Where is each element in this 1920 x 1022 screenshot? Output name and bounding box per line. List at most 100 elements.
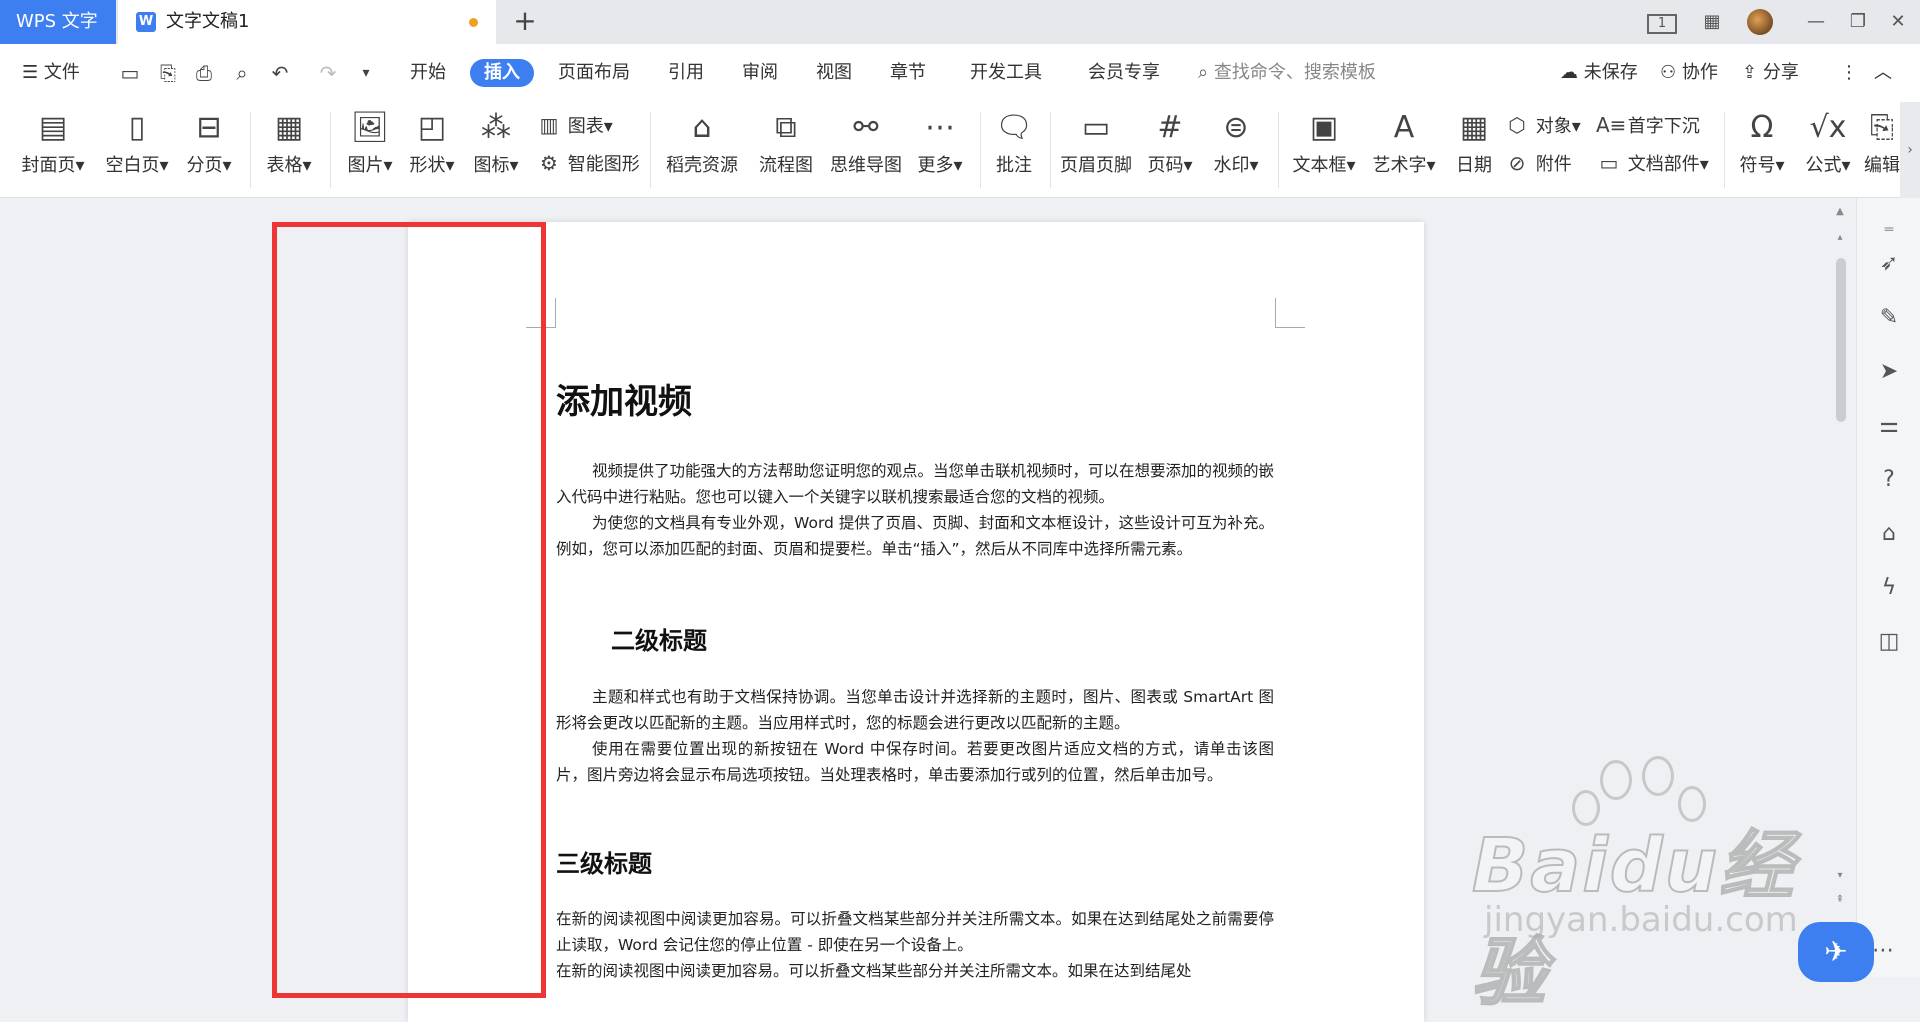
page-number-label: 页码 [1147,155,1184,176]
user-avatar[interactable] [1747,9,1773,35]
close-button[interactable]: ✕ [1876,0,1920,44]
page-break-button[interactable]: ⊟ 分页▾ [178,102,240,198]
search-placeholder: 查找命令、搜索模板 [1213,62,1376,83]
command-search[interactable]: ⌕ 查找命令、搜索模板 [1198,59,1376,87]
more-button[interactable]: ⋯ 更多▾ [910,102,970,198]
textbox-button[interactable]: ▣ 文本框▾ [1286,102,1362,198]
quick-access-dropdown-icon[interactable]: ▾ [352,59,380,87]
help-icon[interactable]: ? [1875,466,1903,494]
pen-icon[interactable]: ✎ [1875,304,1903,332]
smart-graphic-button[interactable]: ⚙ 智能图形 [536,148,640,178]
table-button[interactable]: ▦ 表格▾ [258,102,320,198]
header-footer-label: 页眉页脚 [1060,155,1132,176]
paragraph: 使用在需要位置出现的新按钮在 Word 中保存时间。若要更改图片适应文档的方式，… [556,740,1274,784]
flowchart-button[interactable]: ⧉ 流程图 [750,102,822,198]
rocket-icon[interactable]: ➶ [1875,250,1903,278]
textbox-label: 文本框 [1292,155,1347,176]
comment-label: 批注 [996,155,1032,176]
tab-insert[interactable]: 插入 [470,59,534,87]
minimize-button[interactable]: — [1794,0,1838,44]
store-icon[interactable]: ⌂ [1875,520,1903,548]
header-footer-button[interactable]: ▭ 页眉页脚 [1056,102,1136,198]
collaborate-button[interactable]: ⚇ 协作 [1660,59,1718,87]
print-icon[interactable]: ⎙ [190,59,218,87]
more-dots-icon[interactable]: ⋯ [1872,938,1894,963]
tab-references[interactable]: 引用 [668,59,704,87]
scrollbar-thumb[interactable] [1836,258,1846,422]
date-button[interactable]: ▦ 日期 [1446,102,1502,198]
watermark-button[interactable]: ⊜ 水印▾ [1206,102,1266,198]
floating-assistant-button[interactable]: ✈ [1798,922,1874,982]
tab-developer[interactable]: 开发工具 [970,59,1042,87]
collapse-ribbon-icon[interactable]: ︿ [1874,59,1892,87]
drop-cap-button[interactable]: A≡ 首字下沉 [1596,110,1700,140]
select-pointer-icon[interactable]: ➤ [1875,358,1903,386]
shape-button[interactable]: ◰ 形状▾ [402,102,462,198]
grid-apps-icon[interactable]: ▦ [1690,0,1734,44]
ribbon-divider [980,112,981,188]
page-break-icon: ⊟ [196,110,222,145]
formula-button[interactable]: √x 公式▾ [1798,102,1858,198]
share-label: 分享 [1762,62,1799,83]
symbol-button[interactable]: Ω 符号▾ [1732,102,1792,198]
header-footer-icon: ▭ [1081,110,1111,145]
page-layout-toggle[interactable]: 1 [1644,0,1680,44]
prev-page-icon[interactable]: ⇞ [1832,894,1848,905]
doc-parts-button[interactable]: ▭ 文档部件▾ [1596,148,1709,178]
print-preview-icon[interactable]: ⌕ [228,59,256,87]
document-tab[interactable]: W 文字文稿1 [118,0,496,44]
more-options-icon[interactable]: ⋮ [1840,59,1858,87]
omega-icon: Ω [1750,110,1774,145]
wordart-button[interactable]: A 艺术字▾ [1366,102,1442,198]
export-pdf-icon[interactable]: ⎘ [154,59,182,87]
tab-page-layout[interactable]: 页面布局 [558,59,630,87]
shape-label: 形状 [409,155,446,176]
icons-button[interactable]: ⁂ 图标▾ [466,102,526,198]
attachment-label: 附件 [1535,154,1572,175]
mindmap-button[interactable]: ⚯ 思维导图 [826,102,906,198]
attachment-button[interactable]: ⊘ 附件 [1504,148,1572,178]
share-button[interactable]: ⇪ 分享 [1742,59,1799,87]
watermark-icon: ⊜ [1223,110,1249,145]
picture-button[interactable]: 🖼 图片▾ [340,102,400,198]
wps-writer-icon: W [136,12,156,32]
ribbon-divider [1724,112,1725,188]
docer-resources-button[interactable]: ⌂ 稻壳资源 [660,102,744,198]
file-menu[interactable]: ☰ 文件 [22,59,80,87]
paw-toe-icon [1600,760,1632,800]
tab-member[interactable]: 会员专享 [1088,59,1160,87]
wordart-label: 艺术字 [1372,155,1427,176]
ribbon-scroll-right-icon[interactable]: › [1900,102,1920,198]
document-page[interactable]: 添加视频 视频提供了功能强大的方法帮助您证明您的观点。当您单击联机视频时，可以在… [408,222,1424,1022]
undo-icon[interactable]: ↶ [266,59,294,87]
unsaved-button[interactable]: ☁ 未保存 [1560,59,1638,87]
highlight-annotation-box [272,222,546,998]
tab-view[interactable]: 视图 [816,59,852,87]
chart-button[interactable]: ▥ 图表▾ [536,110,613,140]
book-icon[interactable]: ◫ [1875,628,1903,656]
lightning-icon[interactable]: ϟ [1875,574,1903,602]
restore-button[interactable]: ❐ [1836,0,1880,44]
cover-page-button[interactable]: ▤ 封面页▾ [14,102,92,198]
tab-start[interactable]: 开始 [410,59,446,87]
drop-cap-icon: A≡ [1596,113,1627,137]
scroll-up-icon[interactable]: ▲ [1832,206,1848,217]
save-icon[interactable]: ▭ [116,59,144,87]
page-number-button[interactable]: # 页码▾ [1140,102,1200,198]
vertical-scrollbar[interactable]: ▲ ▴ ▾ ⇞ [1830,198,1850,977]
scroll-down-small-icon[interactable]: ▾ [1832,870,1848,881]
chart-label: 图表 [567,116,604,137]
tab-chapter[interactable]: 章节 [890,59,926,87]
comment-button[interactable]: 🗨 批注 [984,102,1044,198]
bird-icon: ✈ [1824,935,1848,968]
new-tab-button[interactable]: + [510,6,540,38]
object-button[interactable]: ⬡ 对象▾ [1504,110,1581,140]
blank-page-button[interactable]: ▯ 空白页▾ [98,102,176,198]
edit-button[interactable]: ⎘ 编辑 [1862,102,1902,198]
paragraph: 在新的阅读视图中阅读更加容易。可以折叠文档某些部分并关注所需文本。如果在达到结尾… [556,910,1274,954]
redo-icon[interactable]: ↷ [314,59,342,87]
wps-app-tab[interactable]: WPS 文字 [0,0,116,44]
scroll-up-small-icon[interactable]: ▴ [1832,232,1848,243]
tab-review[interactable]: 审阅 [742,59,778,87]
adjust-sliders-icon[interactable]: ⚌ [1875,412,1903,440]
